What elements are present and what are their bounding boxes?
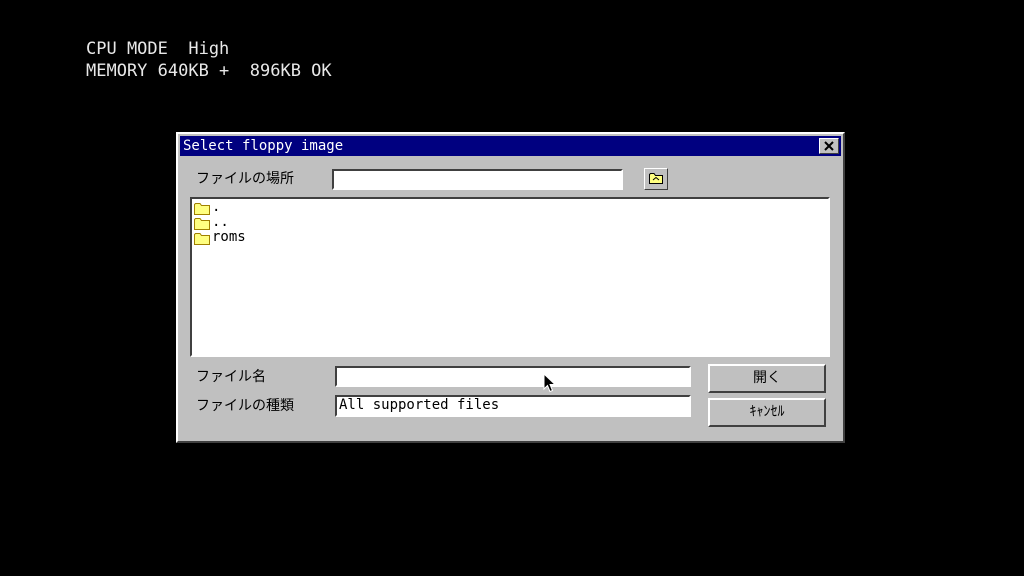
- cpu-mode-text: CPU MODE High: [86, 39, 230, 59]
- open-button[interactable]: 開く: [708, 364, 826, 393]
- list-item[interactable]: roms: [194, 229, 394, 246]
- folder-icon: [194, 203, 210, 215]
- file-name: roms: [212, 229, 246, 245]
- boot-status: CPU MODE High MEMORY 640KB + 896KB OK: [86, 38, 332, 82]
- filetype-value: All supported files: [339, 397, 500, 413]
- cancel-button[interactable]: ｷｬﾝｾﾙ: [708, 398, 826, 427]
- folder-icon: [194, 233, 210, 245]
- folder-icon: [194, 218, 210, 230]
- parent-folder-button[interactable]: [644, 168, 668, 190]
- filename-input[interactable]: [335, 366, 691, 387]
- filename-label: ファイル名: [196, 369, 266, 385]
- select-floppy-dialog: Select floppy image ファイルの場所 . .. roms ファ…: [176, 132, 845, 443]
- memory-text: MEMORY 640KB + 896KB OK: [86, 61, 332, 81]
- mouse-cursor-icon: [543, 373, 557, 393]
- filetype-select[interactable]: All supported files: [335, 395, 691, 417]
- dialog-titlebar[interactable]: Select floppy image: [180, 136, 841, 156]
- dialog-title: Select floppy image: [183, 138, 344, 154]
- close-button[interactable]: [819, 138, 839, 154]
- location-label: ファイルの場所: [196, 171, 294, 187]
- close-icon: [824, 141, 834, 151]
- filetype-label: ファイルの種類: [196, 398, 294, 414]
- file-list[interactable]: . .. roms: [190, 197, 830, 357]
- folder-up-icon: [649, 173, 663, 184]
- location-field[interactable]: [332, 169, 623, 190]
